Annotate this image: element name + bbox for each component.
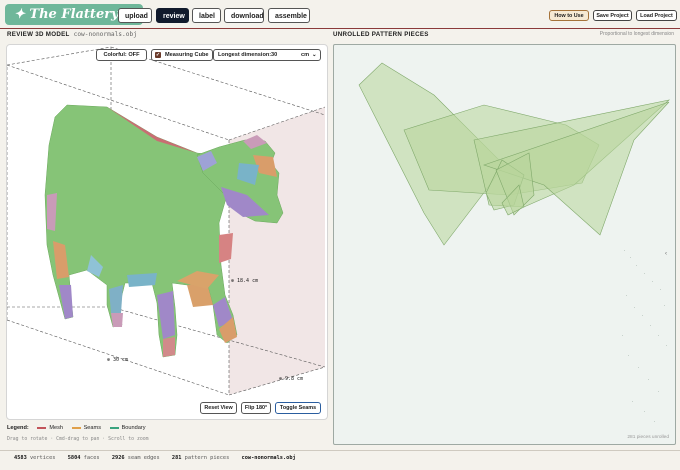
depth-dimension-label: ⊕ 9.8 cm [279, 376, 303, 382]
seams-swatch [71, 426, 81, 429]
colorful-toggle[interactable]: Colorful: OFF [96, 49, 147, 61]
small-pattern-pieces [622, 250, 667, 422]
viewer-hint: Drag to rotate · Cmd-drag to pan · Scrol… [7, 437, 149, 442]
pieces-unrolled-note: 281 pieces unrolled [627, 435, 669, 440]
legend-mesh-text: Mesh [49, 425, 64, 431]
checkbox-check-icon[interactable]: ✓ [155, 52, 161, 58]
tab-assemble[interactable]: assemble [268, 8, 310, 23]
pattern-pieces [358, 62, 671, 246]
tab-label[interactable]: label [192, 8, 221, 23]
pattern-pieces-svg[interactable]: ‹ [334, 45, 675, 444]
measuring-cube-label: Measuring Cube [165, 52, 209, 58]
3d-viewer[interactable]: ⊕ 18.4 cm ⊕ 30 cm ⊕ 9.8 cm Colorful: OFF… [6, 44, 328, 420]
legend: Legend: Mesh Seams Boundary [7, 425, 146, 431]
mesh-swatch [37, 426, 47, 429]
load-project-button[interactable]: Load Project [636, 10, 677, 21]
save-project-button[interactable]: Save Project [593, 10, 632, 21]
app-header: ✦ The Flattery ✦ upload review label dow… [0, 0, 680, 30]
pieces-count: 281 [171, 455, 182, 461]
pieces-label: pattern pieces [184, 455, 230, 461]
stat-vertices: 4583 vertices [14, 455, 55, 461]
stats-filename: cow-nonormals.obj [241, 455, 296, 461]
stat-seams: 2926 seam edges [112, 455, 160, 461]
legend-seams-text: Seams [83, 425, 101, 431]
stats-bar: 4583 vertices 5804 faces 2926 seam edges… [14, 455, 296, 461]
boundary-swatch [109, 426, 119, 429]
legend-item-seams: Seams [71, 425, 101, 431]
length-dimension-label: ⊕ 30 cm [107, 357, 128, 363]
toggle-seams-button[interactable]: Toggle Seams [275, 402, 321, 414]
legend-boundary-text: Boundary [121, 425, 146, 431]
stat-faces: 5804 faces [68, 455, 100, 461]
longest-dimension-control: Longest dimension: 30 cm ⌄ [213, 49, 321, 61]
pattern-panel-title: UNROLLED PATTERN PIECES [333, 31, 429, 38]
legend-item-mesh: Mesh [37, 425, 63, 431]
flip-button[interactable]: Flip 180° [241, 402, 271, 414]
faces-label: faces [83, 455, 100, 461]
faces-count: 5804 [67, 455, 81, 461]
review-title-text: REVIEW 3D MODEL [7, 31, 70, 38]
stat-pieces: 281 pattern pieces [172, 455, 229, 461]
proportional-note: Proportional to longest dimension [599, 31, 674, 37]
legend-label: Legend: [7, 425, 29, 431]
longest-dimension-label: Longest dimension: [218, 52, 272, 58]
legend-item-boundary: Boundary [109, 425, 146, 431]
seams-count: 2926 [111, 455, 125, 461]
model-filename: cow-nonormals.obj [73, 31, 137, 38]
vertices-label: vertices [29, 455, 56, 461]
unit-select[interactable]: cm [301, 50, 309, 61]
vertices-count: 4583 [14, 455, 27, 461]
side-marker: ‹ [665, 251, 667, 257]
measuring-cube-checkbox[interactable]: ✓ Measuring Cube [151, 49, 213, 61]
tab-upload[interactable]: upload [118, 8, 152, 23]
review-panel-title: REVIEW 3D MODEL cow-nonormals.obj [7, 31, 137, 38]
3d-scene[interactable]: ⊕ 18.4 cm ⊕ 30 cm ⊕ 9.8 cm [7, 45, 327, 419]
longest-dimension-input[interactable]: 30 [271, 50, 277, 61]
how-to-use-button[interactable]: How to Use [549, 10, 589, 21]
tab-download[interactable]: download [224, 8, 264, 23]
chevron-down-icon[interactable]: ⌄ [312, 50, 317, 61]
reset-view-button[interactable]: Reset View [200, 402, 237, 414]
stats-divider [0, 450, 680, 451]
seams-label: seam edges [127, 455, 160, 461]
header-divider [0, 28, 680, 29]
height-dimension-label: ⊕ 18.4 cm [231, 278, 258, 284]
tab-review[interactable]: review [156, 8, 189, 23]
pattern-canvas[interactable]: ‹ 281 pieces unrolled [333, 44, 676, 445]
